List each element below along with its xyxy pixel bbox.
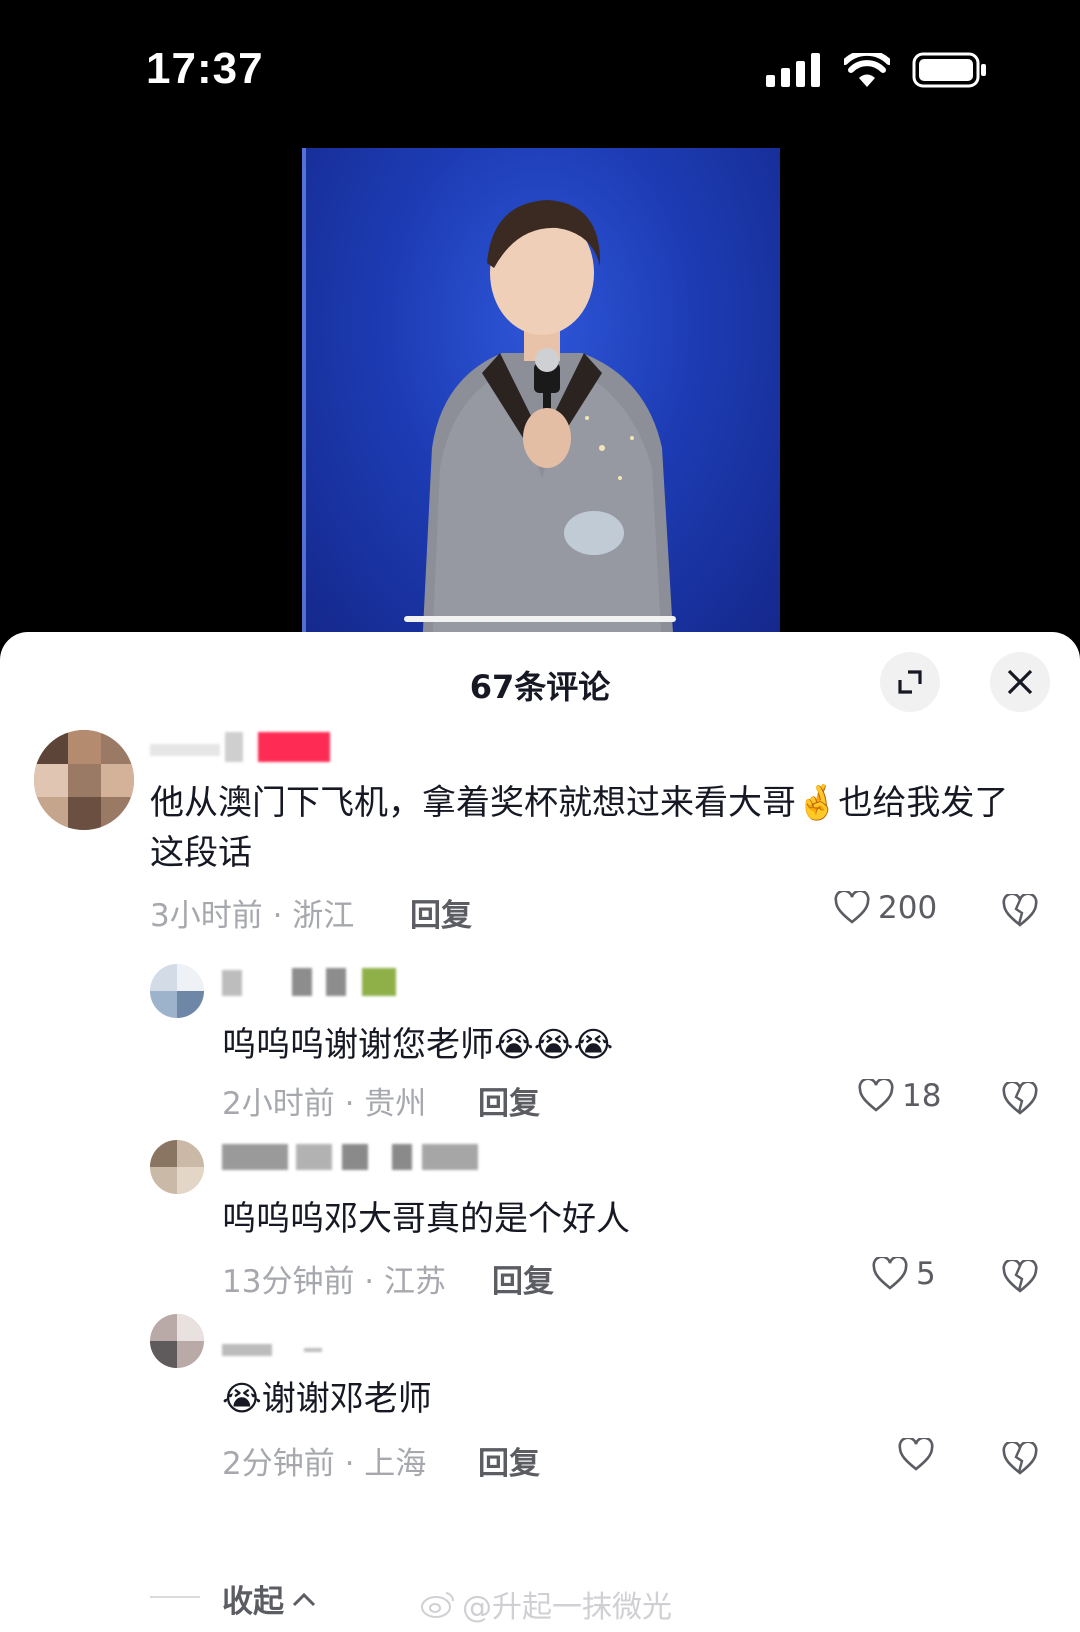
reply-button[interactable]: 回复 — [478, 1078, 540, 1123]
watermark: @升起一抹微光 — [420, 1582, 672, 1626]
avatar[interactable] — [34, 730, 134, 830]
like-count: 18 — [902, 1078, 942, 1114]
comment-text: 😭谢谢邓老师 — [222, 1379, 432, 1419]
avatar[interactable] — [150, 964, 204, 1018]
expand-icon — [898, 670, 922, 694]
broken-heart-icon — [1002, 1080, 1038, 1115]
like-button[interactable]: 5 — [872, 1256, 936, 1292]
comment-time-location: 3小时前 · 浙江 — [150, 898, 355, 934]
weibo-icon — [421, 1592, 455, 1618]
status-bar: 17:37 — [0, 0, 1080, 130]
video-person-image — [422, 200, 674, 650]
username-obscured[interactable] — [222, 966, 402, 1000]
dislike-button[interactable] — [1002, 892, 1038, 932]
reply-button[interactable]: 回复 — [410, 890, 472, 935]
dislike-button[interactable] — [1002, 1080, 1038, 1120]
video-progress-bar[interactable] — [404, 616, 676, 622]
comment-time-location: 2分钟前 · 上海 — [222, 1446, 427, 1482]
comment-time-location: 2小时前 · 贵州 — [222, 1086, 427, 1122]
video-player[interactable] — [0, 130, 1080, 650]
heart-icon — [898, 1438, 934, 1471]
battery-icon — [912, 52, 986, 88]
broken-heart-icon — [1002, 892, 1038, 927]
collapse-divider — [150, 1596, 200, 1598]
like-button[interactable]: 200 — [834, 890, 937, 926]
dislike-button[interactable] — [1002, 1440, 1038, 1480]
broken-heart-icon — [1002, 1258, 1038, 1293]
avatar[interactable] — [150, 1314, 204, 1368]
like-button[interactable] — [898, 1438, 942, 1472]
reply-button[interactable]: 回复 — [478, 1438, 540, 1483]
comment-text: 呜呜呜谢谢您老师😭😭😭 — [222, 1025, 614, 1065]
close-button[interactable] — [990, 652, 1050, 712]
chevron-up-icon — [292, 1592, 316, 1606]
heart-icon — [858, 1079, 894, 1112]
video-frame[interactable] — [302, 148, 780, 650]
username-obscured[interactable] — [150, 732, 330, 766]
comment-text: 呜呜呜邓大哥真的是个好人 — [222, 1199, 630, 1239]
expand-button[interactable] — [880, 652, 940, 712]
comment-time-location: 13分钟前 · 江苏 — [222, 1264, 447, 1300]
username-obscured[interactable] — [222, 1332, 332, 1366]
comment-text: 他从澳门下飞机，拿着奖杯就想过来看大哥🤞也给我发了这段话 — [150, 783, 1009, 873]
collapse-label: 收起 — [222, 1584, 284, 1620]
collapse-replies-button[interactable]: 收起 — [222, 1576, 316, 1621]
reply-button[interactable]: 回复 — [492, 1256, 554, 1301]
watermark-text: @升起一抹微光 — [462, 1590, 672, 1625]
like-count: 5 — [916, 1256, 936, 1292]
dislike-button[interactable] — [1002, 1258, 1038, 1298]
status-time: 17:37 — [146, 44, 264, 93]
close-icon — [1007, 669, 1033, 695]
avatar[interactable] — [150, 1140, 204, 1194]
comment-sheet: 67条评论 他从澳门下飞机，拿着奖杯就想过来看大哥🤞也给我发了这段话 3小时前 … — [0, 632, 1080, 1632]
like-button[interactable]: 18 — [858, 1078, 941, 1114]
heart-icon — [872, 1257, 908, 1290]
username-obscured[interactable] — [222, 1140, 482, 1174]
like-count: 200 — [878, 890, 938, 926]
broken-heart-icon — [1002, 1440, 1038, 1475]
signal-icon — [766, 53, 820, 87]
wifi-icon — [844, 53, 890, 87]
heart-icon — [834, 891, 870, 924]
status-icons — [766, 52, 988, 88]
